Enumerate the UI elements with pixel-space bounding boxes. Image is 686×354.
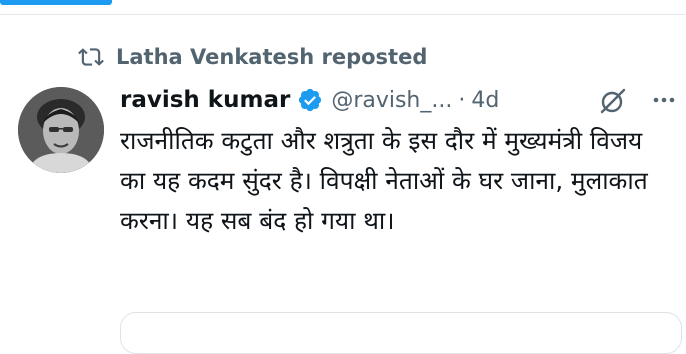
repost-label: Latha Venkatesh reposted [116, 45, 428, 69]
avatar[interactable] [18, 87, 104, 173]
tweet-text: राजनीतिक कटुता और शत्रुता के इस दौर में … [120, 126, 648, 235]
active-tab-indicator [0, 0, 112, 5]
separator-dot: · [458, 87, 466, 113]
embedded-card[interactable] [120, 312, 682, 354]
repost-context[interactable]: Latha Venkatesh reposted [78, 42, 427, 72]
more-options-icon[interactable] [650, 86, 678, 114]
divider [0, 14, 686, 15]
repost-icon [78, 44, 104, 70]
tweet-header: ravish kumar @ravish_... · 4d [120, 82, 675, 118]
author-name[interactable]: ravish kumar [120, 87, 290, 113]
grok-icon[interactable] [598, 87, 628, 115]
timestamp[interactable]: 4d [471, 88, 499, 113]
author-handle[interactable]: @ravish_... [331, 88, 452, 113]
verified-badge-icon[interactable] [297, 87, 323, 113]
